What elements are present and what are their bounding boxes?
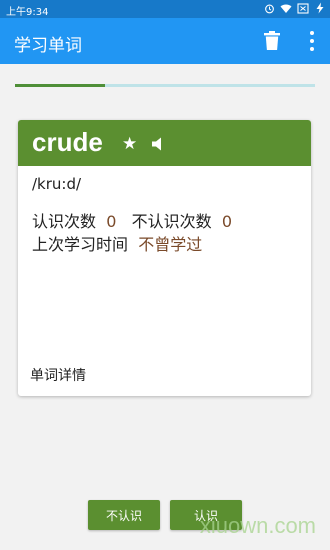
unknown-count-value: 0 (221, 212, 233, 231)
known-count-label: 认识次数 (32, 212, 97, 231)
page-title: 学习单词 (14, 36, 82, 56)
count-row: 认识次数 0 不认识次数 0 (32, 208, 232, 232)
last-study-label: 上次学习时间 (32, 235, 129, 254)
progress-fill (15, 84, 105, 87)
more-vert-icon[interactable] (308, 31, 316, 51)
sim-icon (297, 2, 309, 14)
known-count-value: 0 (106, 212, 117, 231)
star-icon[interactable]: ★ (122, 134, 137, 154)
word-card-header: crude ★ (18, 120, 311, 166)
app-bar: 学习单词 (0, 18, 330, 64)
watermark-text: xiuown.com (199, 513, 316, 538)
last-study-value: 不曾学过 (138, 235, 203, 254)
last-study-row: 上次学习时间 不曾学过 (32, 231, 202, 255)
study-progress-bar (15, 84, 315, 87)
unknown-count-label: 不认识次数 (131, 212, 212, 231)
unknown-button[interactable]: 不认识 (88, 500, 160, 530)
word-text: crude (32, 127, 103, 157)
phonetic-text: /kru:d/ (32, 175, 82, 193)
wifi-icon (280, 2, 292, 14)
word-card: crude ★ /kru:d/ 认识次数 0 不认识次数 0 上次学习时间 不曾… (18, 120, 311, 396)
speaker-icon[interactable] (152, 136, 164, 151)
status-icons (263, 2, 326, 14)
battery-icon (314, 2, 326, 14)
word-details-link[interactable]: 单词详情 (30, 365, 86, 385)
status-bar: 上午9:34 (0, 0, 330, 18)
status-time: 上午9:34 (6, 7, 49, 18)
alarm-icon (263, 2, 275, 14)
trash-icon[interactable] (264, 31, 282, 51)
